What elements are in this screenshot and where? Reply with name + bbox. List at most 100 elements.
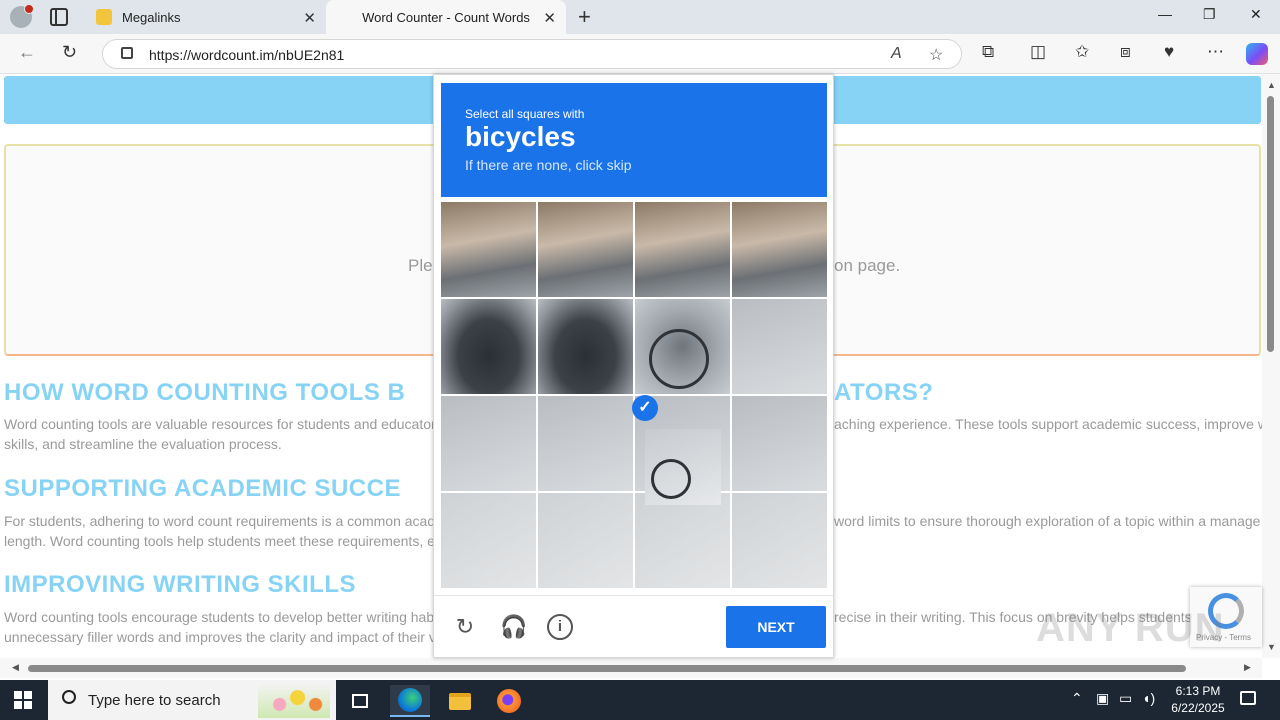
- anyrun-watermark: ANY RUN: [1036, 606, 1225, 650]
- textarea-hint-left: Ple: [408, 256, 433, 275]
- section-heading: SUPPORTING ACADEMIC SUCCE: [4, 475, 401, 502]
- firefox-icon: [497, 689, 521, 713]
- copilot-icon[interactable]: [1246, 43, 1268, 65]
- section-paragraph-line-right: aching experience. These tools support a…: [834, 416, 1262, 432]
- tab-actions-icon[interactable]: [50, 8, 68, 26]
- back-button[interactable]: ←: [18, 42, 36, 63]
- bicycle-wheel-icon: [651, 459, 691, 499]
- section-heading: IMPROVING WRITING SKILLS: [4, 571, 356, 598]
- captcha-tile[interactable]: [441, 396, 536, 491]
- favorite-star-icon[interactable]: ☆: [929, 45, 943, 65]
- tab-word-counter[interactable]: Word Counter - Count Words ✕: [326, 0, 566, 34]
- section-paragraph-line: For students, adhering to word count req…: [4, 513, 436, 529]
- favorites-icon[interactable]: ✩: [1075, 42, 1089, 62]
- task-view-button[interactable]: [340, 685, 380, 717]
- captcha-tile[interactable]: [635, 202, 730, 297]
- search-placeholder: Type here to search: [88, 692, 221, 709]
- read-aloud-icon[interactable]: A: [891, 45, 902, 63]
- section-heading-right: ATORS?: [834, 379, 934, 406]
- section-paragraph-line: Word counting tools are valuable resourc…: [4, 416, 436, 432]
- taskbar-firefox[interactable]: [489, 685, 529, 717]
- section-paragraph-line: skills, and streamline the evaluation pr…: [4, 436, 282, 452]
- taskbar-file-explorer[interactable]: [440, 685, 480, 717]
- close-window-button[interactable]: ✕: [1250, 6, 1262, 23]
- section-paragraph-line: unnecessary filler words and improves th…: [4, 629, 436, 645]
- captcha-tile[interactable]: [538, 299, 633, 394]
- scroll-down-icon[interactable]: ▼: [1267, 642, 1276, 652]
- site-info-icon[interactable]: [121, 47, 133, 59]
- task-view-icon: [352, 694, 368, 708]
- close-tab-icon[interactable]: ✕: [303, 9, 316, 27]
- scroll-left-icon[interactable]: ◀: [12, 662, 19, 673]
- captcha-tile[interactable]: [441, 202, 536, 297]
- megalinks-favicon-icon: [96, 9, 112, 25]
- textarea-hint-right: on page.: [834, 256, 901, 275]
- horizontal-scroll-thumb[interactable]: [28, 665, 1186, 672]
- captcha-image-grid: [441, 202, 827, 589]
- section-paragraph-line-right: word limits to ensure thorough explorati…: [834, 513, 1261, 529]
- captcha-tile[interactable]: [441, 299, 536, 394]
- tab-megalinks[interactable]: Megalinks ✕: [88, 0, 326, 34]
- taskbar-edge[interactable]: [390, 685, 430, 717]
- close-tab-icon[interactable]: ✕: [543, 9, 556, 27]
- refresh-button[interactable]: ↻: [62, 42, 77, 63]
- more-menu-icon[interactable]: ⋯: [1207, 42, 1224, 62]
- section-paragraph-line: Word counting tools encourage students t…: [4, 609, 435, 625]
- clock-time: 6:13 PM: [1175, 684, 1221, 698]
- captcha-tile[interactable]: [538, 493, 633, 588]
- windows-start-icon[interactable]: [14, 691, 32, 709]
- search-highlight-flowers-icon: [258, 684, 330, 718]
- volume-icon[interactable]: ◖): [1142, 690, 1155, 706]
- headphones-icon[interactable]: 🎧: [500, 614, 527, 640]
- system-clock[interactable]: 6:13 PM 6/22/2025: [1160, 683, 1236, 717]
- captcha-tile[interactable]: [635, 493, 730, 588]
- show-hidden-icons-icon[interactable]: ⌃: [1071, 690, 1083, 707]
- captcha-target-object: bicycles: [465, 121, 576, 152]
- tab-title: Megalinks: [122, 9, 181, 25]
- captcha-tile[interactable]: [732, 493, 827, 588]
- captcha-tile-selected[interactable]: [645, 429, 721, 505]
- profile-icon[interactable]: [10, 4, 34, 28]
- captcha-tile[interactable]: [538, 396, 633, 491]
- split-screen-icon[interactable]: ◫: [1030, 42, 1046, 62]
- address-bar[interactable]: https://wordcount.im/nbUE2n81 A ☆: [102, 39, 962, 69]
- folder-icon: [449, 692, 471, 710]
- captcha-skip-hint: If there are none, click skip: [465, 157, 632, 173]
- tab-bar: Megalinks ✕ Word Counter - Count Words ✕…: [0, 0, 1280, 34]
- captcha-tile[interactable]: [732, 202, 827, 297]
- collections-icon[interactable]: ⧈: [1120, 42, 1131, 62]
- vertical-scrollbar[interactable]: ▲ ▼: [1262, 74, 1280, 658]
- tab-title: Word Counter - Count Words: [362, 9, 530, 25]
- captcha-instruction: Select all squares with: [465, 107, 585, 121]
- captcha-tile[interactable]: [732, 396, 827, 491]
- extensions-icon[interactable]: ⧉: [982, 42, 994, 62]
- captcha-tile[interactable]: [732, 299, 827, 394]
- captcha-challenge: Select all squares with bicycles If ther…: [433, 74, 834, 658]
- horizontal-scrollbar[interactable]: ◀ ▶: [0, 658, 1262, 678]
- reload-icon[interactable]: ↻: [452, 614, 478, 640]
- section-heading: HOW WORD COUNTING TOOLS B: [4, 379, 406, 406]
- network-icon[interactable]: ▭: [1119, 690, 1132, 707]
- bicycle-wheel-icon: [649, 329, 709, 389]
- vertical-scroll-thumb[interactable]: [1267, 96, 1274, 352]
- notification-icon[interactable]: [1240, 691, 1256, 705]
- new-tab-button[interactable]: +: [578, 4, 591, 30]
- captcha-tile[interactable]: [538, 202, 633, 297]
- edge-icon: [398, 688, 422, 712]
- browser-essentials-icon[interactable]: ♥: [1164, 42, 1174, 62]
- device-icon[interactable]: ▣: [1096, 690, 1109, 707]
- browser-toolbar: ← ↻ https://wordcount.im/nbUE2n81 A ☆ ⧉ …: [0, 34, 1280, 74]
- restore-button[interactable]: ❐: [1203, 6, 1216, 23]
- scroll-right-icon[interactable]: ▶: [1244, 662, 1251, 673]
- search-icon: [62, 690, 76, 704]
- info-icon[interactable]: i: [547, 614, 573, 640]
- captcha-next-button[interactable]: NEXT: [726, 606, 826, 648]
- minimize-button[interactable]: —: [1158, 6, 1172, 22]
- url-text[interactable]: https://wordcount.im/nbUE2n81: [149, 47, 344, 63]
- windows-taskbar: Type here to search ⌃ ▣ ▭ ◖) 6:13 PM 6/2…: [0, 680, 1280, 720]
- captcha-tile[interactable]: [635, 299, 730, 394]
- captcha-tile[interactable]: [441, 493, 536, 588]
- captcha-footer: ↻ 🎧 i NEXT: [434, 595, 833, 657]
- selected-check-icon: ✓: [632, 395, 658, 421]
- scroll-up-icon[interactable]: ▲: [1267, 80, 1276, 90]
